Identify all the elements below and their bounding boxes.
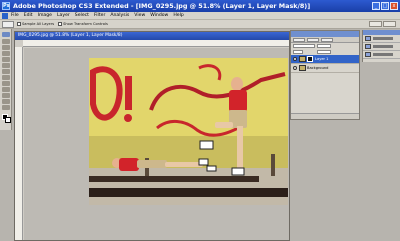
- visibility-eye-icon[interactable]: [293, 57, 297, 61]
- menu-window[interactable]: Window: [150, 13, 168, 18]
- horizontal-ruler[interactable]: [23, 40, 289, 47]
- tool-preset-picker[interactable]: [2, 20, 14, 28]
- layers-panel-footer: [291, 113, 359, 119]
- eraser-tool-icon[interactable]: [2, 87, 10, 92]
- menu-bar: File Edit Image Layer Select Filter Anal…: [0, 12, 400, 20]
- document-canvas-image[interactable]: [89, 58, 288, 205]
- visibility-eye-icon[interactable]: [293, 66, 297, 70]
- move-tool-icon[interactable]: [2, 32, 10, 37]
- dock-item-label: [373, 53, 393, 56]
- toolbox: [0, 29, 12, 130]
- tab-channels[interactable]: [307, 37, 319, 42]
- hand-tool-icon[interactable]: [2, 105, 10, 110]
- layer-name: Layer 1: [315, 57, 329, 61]
- menu-layer[interactable]: Layer: [57, 13, 70, 18]
- layers-panel: Layer 1 Background: [290, 30, 360, 120]
- menu-view[interactable]: View: [134, 13, 145, 18]
- maximize-button[interactable]: □: [381, 2, 389, 10]
- window-title: Adobe Photoshop CS3 Extended - [IMG_0295…: [13, 2, 311, 10]
- panel-well-tab[interactable]: [383, 21, 396, 27]
- brush-tool-icon[interactable]: [2, 75, 10, 80]
- tab-layers[interactable]: [293, 37, 305, 42]
- lock-buttons[interactable]: [293, 50, 303, 54]
- minimize-button[interactable]: _: [372, 2, 380, 10]
- info-icon: [365, 52, 371, 57]
- dock-item-label: [373, 37, 393, 40]
- menu-edit[interactable]: Edit: [24, 13, 33, 18]
- blend-mode-select[interactable]: [293, 44, 315, 48]
- magic-wand-tool-icon[interactable]: [2, 51, 10, 56]
- navigator-icon: [365, 36, 371, 41]
- sample-all-layers-checkbox[interactable]: [17, 22, 21, 26]
- panel-well: [369, 21, 396, 27]
- type-tool-icon[interactable]: [2, 99, 10, 104]
- app-menu-icon[interactable]: [2, 12, 8, 19]
- options-bar: Sample All Layers Show Transform Control…: [0, 20, 400, 29]
- layer-mask-thumbnail[interactable]: [307, 56, 313, 62]
- menu-image[interactable]: Image: [38, 13, 52, 18]
- photo-children: [112, 77, 247, 176]
- opacity-field[interactable]: [317, 44, 331, 48]
- transform-controls-checkbox[interactable]: [58, 22, 63, 26]
- marquee-tool-icon[interactable]: [2, 39, 10, 44]
- histogram-icon: [365, 44, 371, 49]
- background-color-swatch[interactable]: [5, 117, 11, 123]
- dock-item-navigator[interactable]: [363, 35, 400, 43]
- clone-stamp-tool-icon[interactable]: [2, 81, 10, 86]
- layer-name: Background: [307, 66, 329, 70]
- layer-row-background[interactable]: Background: [291, 64, 359, 73]
- dock-item-label: [373, 45, 393, 48]
- gradient-tool-icon[interactable]: [2, 93, 10, 98]
- title-bar: Ps Adobe Photoshop CS3 Extended - [IMG_0…: [0, 0, 400, 12]
- dock-item-histogram[interactable]: [363, 43, 400, 51]
- layer-thumbnail: [299, 56, 306, 62]
- healing-brush-tool-icon[interactable]: [2, 69, 10, 74]
- crop-tool-icon[interactable]: [2, 57, 10, 62]
- menu-analysis[interactable]: Analysis: [110, 13, 129, 18]
- collapsed-panel-dock: [362, 30, 400, 62]
- menu-filter[interactable]: Filter: [94, 13, 105, 18]
- menu-help[interactable]: Help: [173, 13, 183, 18]
- sample-all-layers-label: Sample All Layers: [22, 22, 55, 26]
- layer-row-layer-1[interactable]: Layer 1: [291, 55, 359, 64]
- dock-item-info[interactable]: [363, 51, 400, 59]
- lasso-tool-icon[interactable]: [2, 45, 10, 50]
- photoshop-app-icon: Ps: [2, 2, 10, 10]
- window-controls: _ □ x: [372, 2, 398, 10]
- close-button[interactable]: x: [390, 2, 398, 10]
- vertical-ruler[interactable]: [15, 47, 23, 240]
- eyedropper-tool-icon[interactable]: [2, 63, 10, 68]
- menu-select[interactable]: Select: [75, 13, 89, 18]
- layer-thumbnail: [299, 65, 306, 71]
- transform-controls-label: Show Transform Controls: [63, 22, 108, 26]
- menu-file[interactable]: File: [11, 13, 19, 18]
- tab-paths[interactable]: [321, 37, 333, 42]
- document-title-bar[interactable]: IMG_0295.jpg @ 51.8% (Layer 1, Layer Mas…: [15, 32, 289, 40]
- panel-well-tab[interactable]: [369, 21, 382, 27]
- fill-field[interactable]: [317, 50, 331, 54]
